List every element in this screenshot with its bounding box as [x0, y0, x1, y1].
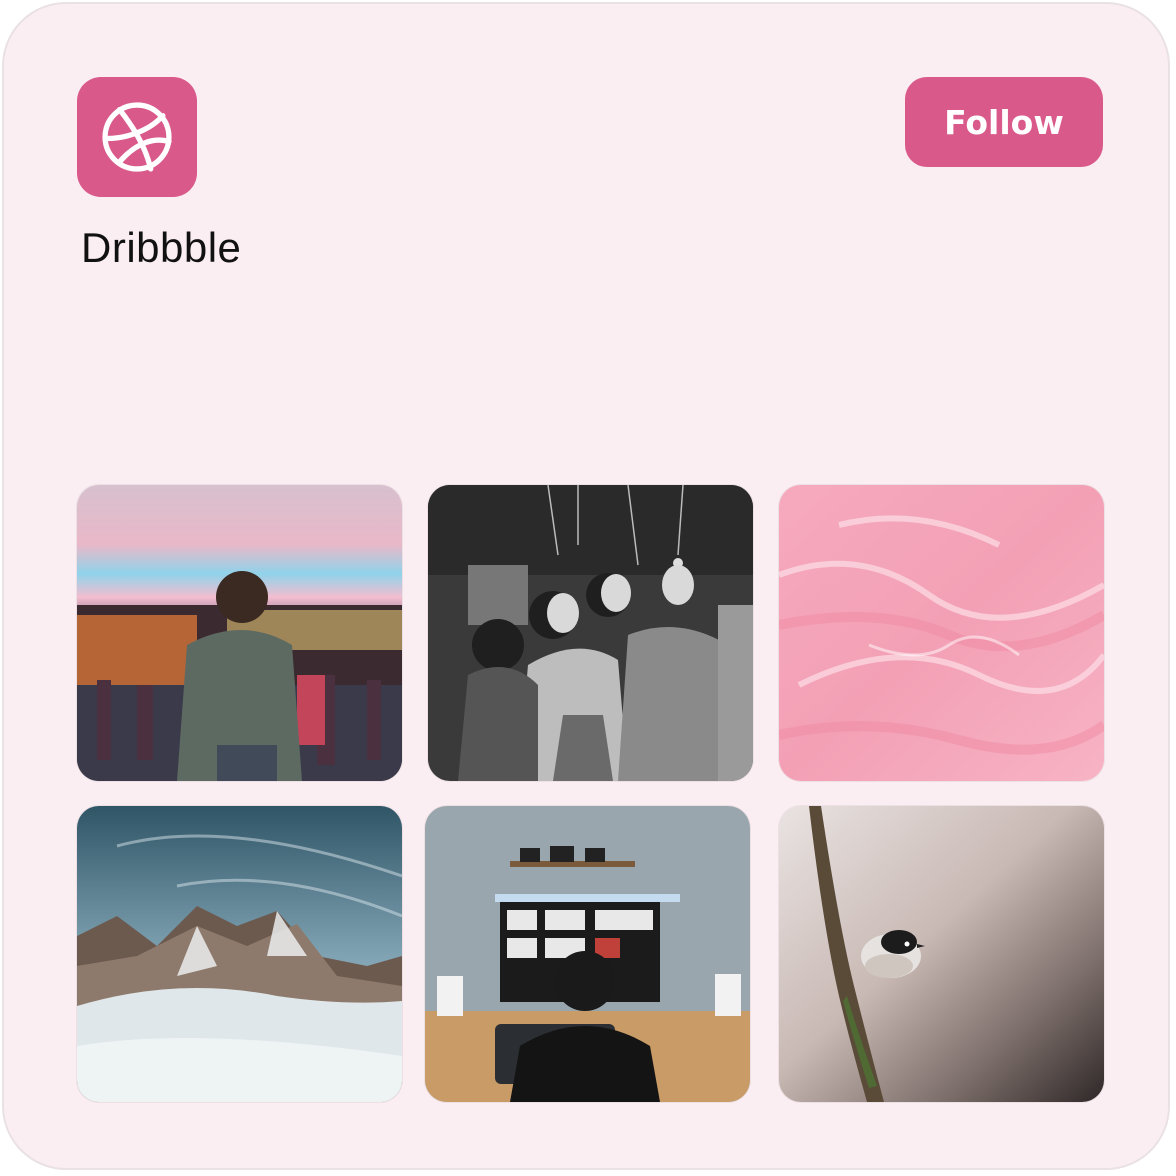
- party-photo: [428, 485, 753, 781]
- festival-photo: [77, 485, 402, 781]
- gallery-image-bird[interactable]: [779, 806, 1104, 1102]
- desk-setup-photo: [425, 806, 750, 1102]
- dribbble-app-icon[interactable]: [77, 77, 197, 197]
- gallery-image-party[interactable]: [428, 485, 753, 781]
- gallery-image-festival[interactable]: [77, 485, 402, 781]
- app-name: Dribbble: [81, 224, 242, 271]
- gallery-image-mountains[interactable]: [77, 806, 402, 1102]
- follow-button[interactable]: Follow: [905, 77, 1103, 167]
- app-widget-card: Dribbble Follow: [2, 2, 1170, 1170]
- gallery-image-pink-marble[interactable]: [779, 485, 1104, 781]
- pink-marble-photo: [779, 485, 1104, 781]
- mountains-photo: [77, 806, 402, 1102]
- gallery-image-desk-setup[interactable]: [425, 806, 750, 1102]
- bird-photo: [779, 806, 1104, 1102]
- dribbble-ball-icon: [102, 102, 172, 172]
